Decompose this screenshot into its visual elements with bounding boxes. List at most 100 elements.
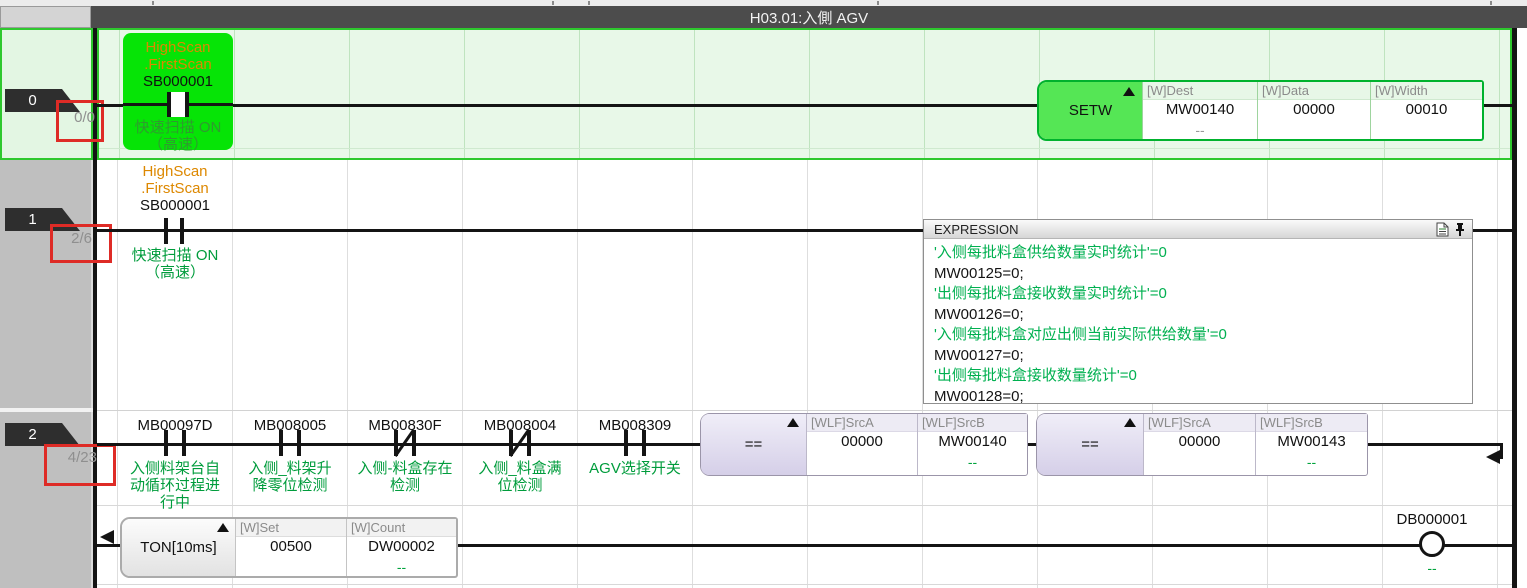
compare-equal-block-1[interactable]: == [WLF]SrcA 00000 [WLF]SrcB MW00140 -- bbox=[700, 413, 1028, 476]
normally-open-contact-icon bbox=[279, 430, 283, 456]
collapse-triangle-icon[interactable] bbox=[1123, 87, 1135, 96]
contact-mb008309[interactable]: MB008309 AGV选择开关 bbox=[575, 410, 695, 515]
rung-number: 0 bbox=[28, 92, 36, 109]
expression-line: '出侧每批料盒接收数量实时统计'=0 bbox=[934, 284, 1472, 305]
pin-icon[interactable] bbox=[1454, 222, 1466, 237]
compare-op-cell[interactable]: == bbox=[701, 414, 806, 475]
timer-output-wire bbox=[458, 544, 1512, 547]
collapse-triangle-icon[interactable] bbox=[1124, 418, 1136, 427]
timer-op-cell[interactable]: TON[10ms] bbox=[122, 519, 235, 576]
document-icon[interactable] bbox=[1436, 222, 1449, 237]
collapse-triangle-icon[interactable] bbox=[787, 418, 799, 427]
margin-header-cell bbox=[0, 6, 91, 28]
instruction-name: SETW bbox=[1069, 102, 1112, 119]
param-header: [W]Set bbox=[236, 519, 346, 537]
ruler-tick bbox=[552, 1, 554, 5]
param-header: [W]Data bbox=[1258, 82, 1370, 100]
expression-line: MW00126=0; bbox=[934, 305, 1472, 326]
expression-block[interactable]: EXPRESSION '入侧每批料盒供给数量实时统计'=0 MW00125=0;… bbox=[923, 219, 1473, 404]
contact-comment: 快速扫描 ON （高速） bbox=[123, 119, 233, 153]
param-value[interactable]: MW00140 bbox=[918, 432, 1027, 454]
param-column[interactable]: [WLF]SrcA 00000 bbox=[806, 414, 917, 475]
param-value[interactable]: 00000 bbox=[807, 432, 917, 454]
param-column[interactable]: [W]Dest MW00140 -- bbox=[1142, 82, 1257, 139]
param-value[interactable]: 00000 bbox=[1144, 432, 1255, 454]
contact-comment: 入侧_料架升 降零位检测 bbox=[230, 460, 350, 494]
ruler-tick bbox=[152, 1, 154, 5]
param-comment: -- bbox=[347, 559, 456, 576]
param-column[interactable]: [WLF]SrcA 00000 bbox=[1143, 414, 1255, 475]
ruler-tick bbox=[1490, 1, 1492, 5]
program-title-bar: H03.01:入側 AGV bbox=[91, 6, 1527, 28]
contact-mb00830f[interactable]: MB00830F 入侧-料盒存在 检测 bbox=[345, 410, 465, 515]
param-header: [W]Count bbox=[347, 519, 456, 537]
rung-number: 1 bbox=[28, 211, 36, 228]
normally-open-contact-icon bbox=[624, 430, 628, 456]
coil-address: DB000001 bbox=[1387, 511, 1477, 528]
expression-line: '入侧每批料盒供给数量实时统计'=0 bbox=[934, 243, 1472, 264]
param-value[interactable]: MW00140 bbox=[1143, 100, 1257, 122]
rung-number: 2 bbox=[28, 426, 36, 443]
ton-timer-block[interactable]: TON[10ms] [W]Set 00500 [W]Count DW00002 … bbox=[120, 517, 458, 578]
contact-mb008004[interactable]: MB008004 入侧_料盒满 位检测 bbox=[460, 410, 580, 515]
param-column[interactable]: [W]Data 00000 bbox=[1257, 82, 1370, 139]
normally-open-contact-icon bbox=[167, 92, 189, 117]
setw-op-cell[interactable]: SETW bbox=[1039, 82, 1142, 139]
variable-label: .FirstScan bbox=[120, 180, 230, 197]
contact-highscan-firstscan[interactable]: HighScan .FirstScan SB000001 快速扫描 ON （高速… bbox=[110, 160, 240, 285]
normally-open-contact-icon bbox=[297, 430, 301, 456]
param-column[interactable]: [WLF]SrcB MW00143 -- bbox=[1255, 414, 1367, 475]
param-header: [WLF]SrcB bbox=[918, 414, 1027, 432]
instruction-name: == bbox=[745, 436, 763, 453]
grid-line bbox=[97, 584, 1512, 585]
param-comment: -- bbox=[1256, 454, 1367, 475]
param-comment: -- bbox=[918, 454, 1027, 475]
setw-instruction-block[interactable]: SETW [W]Dest MW00140 -- [W]Data 00000 [W… bbox=[1037, 80, 1484, 141]
wire-continuation-in-icon bbox=[100, 530, 114, 544]
param-value[interactable]: MW00143 bbox=[1256, 432, 1367, 454]
output-coil-icon[interactable] bbox=[1419, 531, 1445, 557]
variable-label: .FirstScan bbox=[123, 56, 233, 73]
contact-mb008005[interactable]: MB008005 入侧_料架升 降零位检测 bbox=[230, 410, 350, 515]
contact-comment: 入侧_料盒满 位检测 bbox=[460, 460, 580, 494]
instruction-name: == bbox=[1081, 436, 1099, 453]
normally-open-contact-icon bbox=[180, 218, 184, 244]
contact-comment: 快速扫描 ON （高速） bbox=[110, 247, 240, 281]
normally-open-contact-icon bbox=[182, 430, 186, 456]
param-header: [W]Dest bbox=[1143, 82, 1257, 100]
param-value[interactable]: 00010 bbox=[1371, 100, 1482, 122]
expression-header[interactable]: EXPRESSION bbox=[924, 220, 1472, 239]
coil-comment: -- bbox=[1402, 560, 1462, 576]
compare-op-cell[interactable]: == bbox=[1037, 414, 1143, 475]
contact-address: SB000001 bbox=[120, 197, 230, 214]
ruler-tick bbox=[877, 1, 879, 5]
rung-1-margin[interactable] bbox=[0, 160, 93, 408]
ladder-editor-window: H03.01:入側 AGV 0 0/0 1 2/6 2 4/23 HighSca… bbox=[0, 0, 1527, 588]
param-column[interactable]: [WLF]SrcB MW00140 -- bbox=[917, 414, 1027, 475]
wire-wrap-down bbox=[1500, 443, 1503, 459]
param-column[interactable]: [W]Width 00010 bbox=[1370, 82, 1482, 139]
param-column[interactable]: [W]Count DW00002 -- bbox=[346, 519, 456, 576]
contact-address: MB008005 bbox=[235, 417, 345, 434]
param-value[interactable]: 00000 bbox=[1258, 100, 1370, 122]
grid-line bbox=[99, 148, 1510, 149]
variable-label: HighScan bbox=[123, 39, 233, 56]
param-column[interactable]: [W]Set 00500 bbox=[235, 519, 346, 576]
normally-open-contact-icon bbox=[642, 430, 646, 456]
expression-line: '入侧每批料盒对应出侧当前实际供给数量'=0 bbox=[934, 325, 1472, 346]
contact-address: MB00830F bbox=[350, 417, 460, 434]
expression-line: '出侧每批料盒接收数量统计'=0 bbox=[934, 366, 1472, 387]
param-header: [WLF]SrcA bbox=[807, 414, 917, 432]
contact-address: MB00097D bbox=[120, 417, 230, 434]
expression-body[interactable]: '入侧每批料盒供给数量实时统计'=0 MW00125=0; '出侧每批料盒接收数… bbox=[924, 239, 1472, 407]
compare-equal-block-2[interactable]: == [WLF]SrcA 00000 [WLF]SrcB MW00143 -- bbox=[1036, 413, 1368, 476]
param-value[interactable]: DW00002 bbox=[347, 537, 456, 559]
collapse-triangle-icon[interactable] bbox=[217, 523, 229, 532]
param-value[interactable]: 00500 bbox=[236, 537, 346, 559]
contact-mb00097d[interactable]: MB00097D 入侧料架台自 动循环过程进 行中 bbox=[115, 410, 235, 515]
expression-line: MW00125=0; bbox=[934, 264, 1472, 285]
normally-open-contact-icon bbox=[164, 218, 168, 244]
param-comment: -- bbox=[1143, 122, 1257, 139]
contact-highscan-firstscan-highlighted[interactable]: HighScan .FirstScan SB000001 快速扫描 ON （高速… bbox=[123, 33, 233, 150]
contact-address: MB008309 bbox=[580, 417, 690, 434]
